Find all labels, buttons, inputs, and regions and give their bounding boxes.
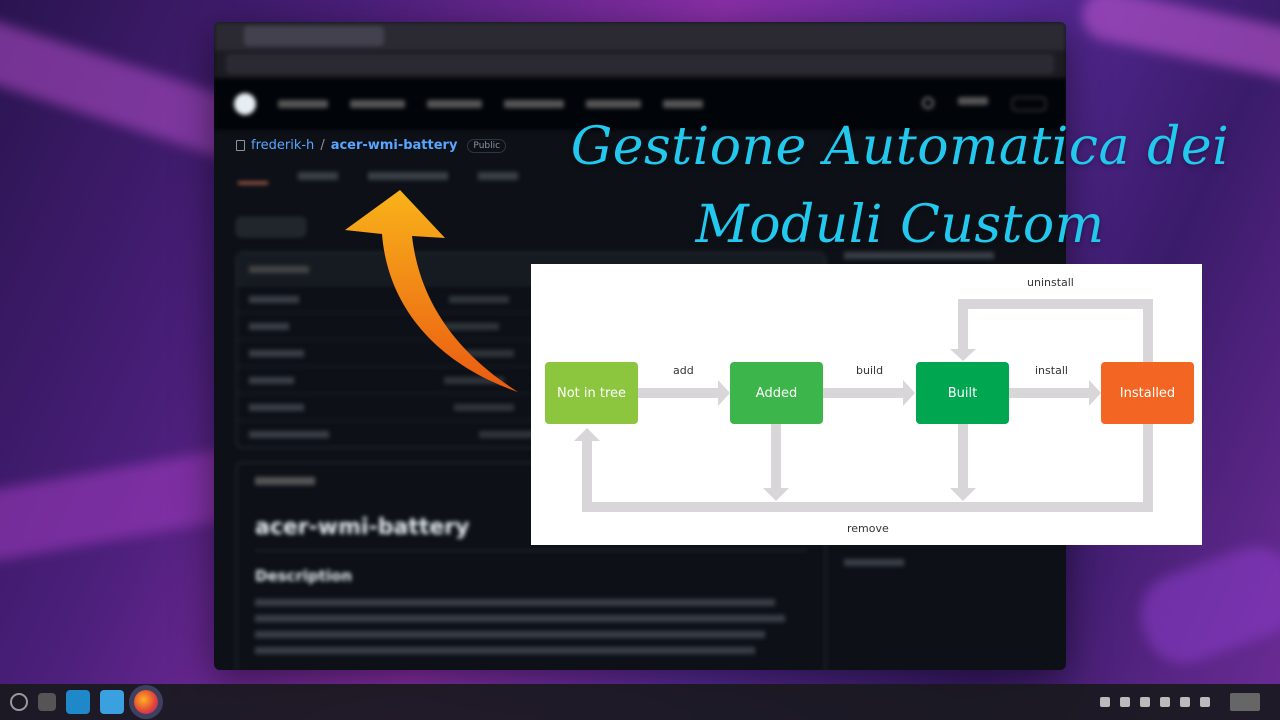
- clock[interactable]: [1230, 693, 1260, 711]
- tray-expand-icon[interactable]: [1200, 697, 1210, 707]
- nav-item[interactable]: [586, 100, 641, 108]
- volume-icon[interactable]: [1140, 697, 1150, 707]
- app-icon[interactable]: [66, 690, 90, 714]
- nav-item[interactable]: [350, 100, 405, 108]
- readme-text: [255, 599, 807, 654]
- network-icon[interactable]: [1160, 697, 1170, 707]
- pager-icon[interactable]: [38, 693, 56, 711]
- firefox-icon[interactable]: [134, 690, 158, 714]
- address-bar[interactable]: [226, 54, 1054, 74]
- app-launcher-icon[interactable]: [10, 693, 28, 711]
- state-diagram: Not in tree Added Built Installed add bu…: [531, 264, 1202, 545]
- add-arrow: [638, 388, 718, 398]
- browser-tabbar: [214, 22, 1066, 50]
- tray-icon[interactable]: [1100, 697, 1110, 707]
- label-build: build: [856, 364, 884, 377]
- tab-actions[interactable]: [478, 172, 518, 180]
- install-arrow: [1009, 388, 1089, 398]
- repo-tabs: [238, 172, 518, 184]
- headline-line-1: Gestione Automatica dei: [570, 117, 1230, 177]
- taskbar: [0, 684, 1280, 720]
- sign-in-link[interactable]: [958, 97, 988, 105]
- headline: Gestione Automatica dei Moduli Custom: [520, 108, 1280, 264]
- nav-item[interactable]: [663, 100, 703, 108]
- repo-icon: [236, 140, 245, 151]
- readme-tab[interactable]: [255, 477, 315, 485]
- state-not-in-tree: Not in tree: [545, 362, 638, 424]
- arrow-group: [574, 299, 1153, 512]
- tab-pull-requests[interactable]: [368, 172, 448, 180]
- state-installed: Installed: [1101, 362, 1194, 424]
- breadcrumb-separator: /: [320, 138, 325, 153]
- label-remove: remove: [847, 522, 889, 535]
- nav-item[interactable]: [427, 100, 482, 108]
- tab-code[interactable]: [238, 172, 268, 184]
- folder-icon[interactable]: [100, 690, 124, 714]
- nav-item[interactable]: [504, 100, 564, 108]
- browser-tab[interactable]: [244, 26, 384, 46]
- battery-icon[interactable]: [1180, 697, 1190, 707]
- system-tray: [1100, 693, 1280, 711]
- label-add: add: [673, 364, 694, 377]
- breadcrumb: frederik-h / acer-wmi-battery Public: [236, 138, 507, 153]
- build-arrow: [823, 388, 903, 398]
- repo-owner-link[interactable]: frederik-h: [251, 138, 314, 153]
- readme-heading: Description: [255, 567, 353, 585]
- state-added: Added: [730, 362, 823, 424]
- label-uninstall: uninstall: [1027, 276, 1074, 289]
- wallpaper-streak: [1129, 535, 1280, 675]
- tab-issues[interactable]: [298, 172, 338, 180]
- state-built: Built: [916, 362, 1009, 424]
- label-install: install: [1035, 364, 1068, 377]
- branch-button[interactable]: [236, 217, 306, 237]
- nav-item[interactable]: [278, 100, 328, 108]
- visibility-badge: Public: [467, 138, 507, 153]
- github-logo-icon[interactable]: [234, 93, 256, 115]
- repo-name-link[interactable]: acer-wmi-battery: [331, 138, 458, 153]
- tray-icon[interactable]: [1120, 697, 1130, 707]
- arrow-shape: [345, 190, 518, 392]
- pointer-arrow: [345, 190, 518, 392]
- wallpaper-streak: [1077, 0, 1280, 85]
- remove-arrow: [1143, 424, 1153, 512]
- url-bar-row: [214, 50, 1066, 78]
- headline-line-2: Moduli Custom: [695, 195, 1105, 255]
